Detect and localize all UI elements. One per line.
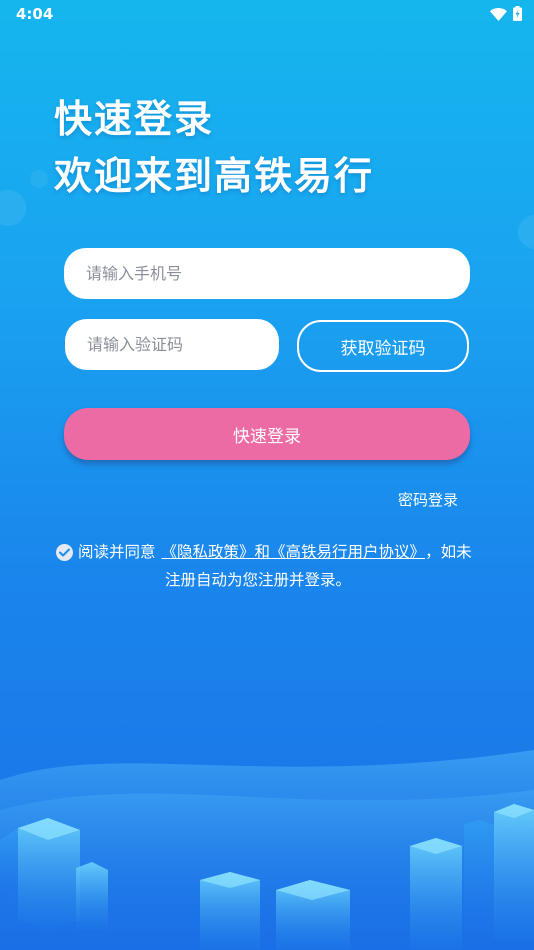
status-time: 4:04 <box>16 5 54 23</box>
agreement-suffix: ，如未 <box>425 543 472 561</box>
get-code-button[interactable]: 获取验证码 <box>297 320 469 372</box>
decor-bubble <box>518 215 534 249</box>
agreement-conjunction: 和 <box>254 543 271 561</box>
status-bar: 4:04 <box>0 0 534 28</box>
login-screen: 4:04 快速登录 欢迎来到高铁易行 获取验证码 快速登录 密码登录 阅读并同意… <box>0 0 534 950</box>
password-login-link[interactable]: 密码登录 <box>398 489 458 510</box>
phone-input[interactable] <box>64 248 470 299</box>
user-agreement-link[interactable]: 《高铁易行用户协议》 <box>270 538 425 566</box>
check-circle-icon[interactable] <box>56 543 73 561</box>
decor-bubble <box>0 190 26 226</box>
battery-charging-icon <box>513 6 522 25</box>
decor-bubble <box>30 170 48 188</box>
page-subtitle: 欢迎来到高铁易行 <box>54 154 375 198</box>
city-skyline-decoration <box>0 750 534 950</box>
quick-login-button[interactable]: 快速登录 <box>64 408 470 460</box>
status-icons <box>490 6 522 25</box>
wifi-icon <box>490 6 507 25</box>
verification-code-input[interactable] <box>65 319 279 370</box>
agreement-line2: 注册自动为您注册并登录。 <box>165 571 352 589</box>
agreement-prefix: 阅读并同意 <box>78 543 156 561</box>
page-title: 快速登录 <box>54 97 215 141</box>
agreement-notice: 阅读并同意 《隐私政策》 和 《高铁易行用户协议》 ，如未 注册自动为您注册并登… <box>56 538 496 594</box>
privacy-policy-link[interactable]: 《隐私政策》 <box>162 538 255 566</box>
